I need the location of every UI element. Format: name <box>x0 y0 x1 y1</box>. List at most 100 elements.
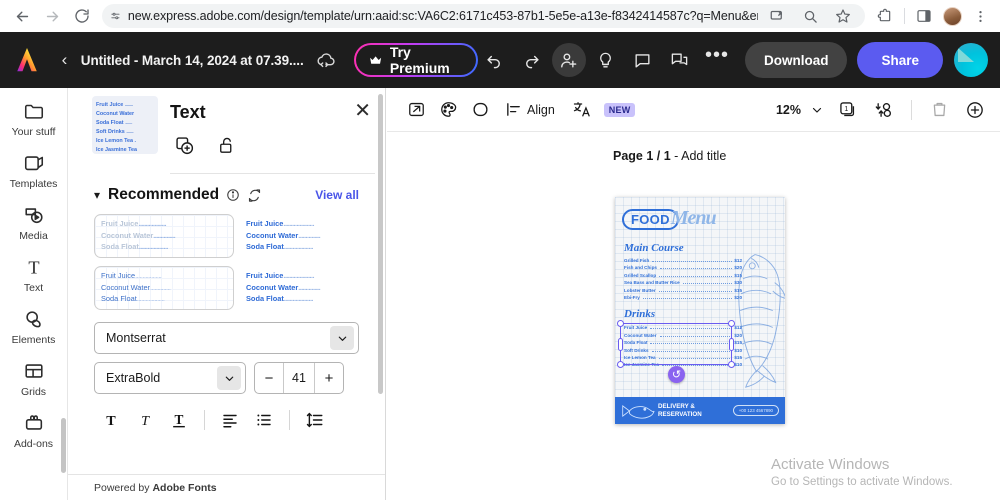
rail-label: Elements <box>11 334 56 346</box>
back-button[interactable]: ‹ <box>56 50 73 70</box>
zoom-value[interactable]: 12% <box>776 103 801 117</box>
star-icon[interactable] <box>831 4 855 28</box>
rail-item-your-stuff[interactable]: Your stuff <box>2 100 66 138</box>
reload-icon[interactable] <box>68 2 96 30</box>
rotate-handle-icon[interactable]: ↺ <box>668 366 685 384</box>
more-options-label: ••• <box>704 44 729 66</box>
rail-item-media[interactable]: Media <box>2 204 66 242</box>
font-style-select[interactable]: ExtraBold <box>94 362 246 394</box>
add-page-icon[interactable] <box>960 95 990 125</box>
share-button[interactable]: Share <box>857 42 943 78</box>
text-style-tile[interactable]: Fruit Juice..................... Coconut… <box>244 266 384 310</box>
extensions-icon[interactable] <box>873 4 897 28</box>
bullet-list-icon[interactable] <box>247 407 281 433</box>
chevron-down-icon[interactable] <box>217 366 241 390</box>
font-size-stepper[interactable]: − 41 + <box>254 362 344 394</box>
watermark-subtitle: Go to Settings to activate Windows. <box>771 476 953 488</box>
increase-font-size-button[interactable]: + <box>315 363 343 393</box>
selection-bounding-box[interactable]: ↺ <box>617 320 735 384</box>
refresh-icon[interactable] <box>247 188 262 203</box>
rail-item-text[interactable]: T Text <box>2 256 66 294</box>
rail-item-add-ons[interactable]: Add-ons <box>2 412 66 450</box>
text-style-tile[interactable]: Fruit Juice................... Coconut W… <box>94 214 234 258</box>
templates-icon <box>24 156 43 171</box>
shape-icon[interactable] <box>465 95 495 125</box>
italic-icon[interactable]: T <box>128 407 162 433</box>
footer-line-1: DELIVERY & <box>658 403 695 410</box>
chevron-down-icon[interactable]: ▾ <box>94 188 100 202</box>
page-title-label[interactable]: Page 1 / 1 - Add title <box>613 149 1000 163</box>
page-number: Page 1 / 1 <box>613 149 671 163</box>
rail-item-elements[interactable]: Elements <box>2 308 66 346</box>
align-button[interactable]: Align <box>505 101 555 118</box>
rail-item-templates[interactable]: Templates <box>2 152 66 190</box>
rail-scrollbar[interactable] <box>61 418 66 473</box>
thumb-line: Ice Jasmine Tea <box>96 147 137 153</box>
grids-icon <box>24 364 43 378</box>
panel-scrollbar[interactable] <box>378 94 383 394</box>
zoom-icon[interactable] <box>798 4 822 28</box>
underline-icon[interactable]: T <box>162 407 196 433</box>
decrease-font-size-button[interactable]: − <box>255 363 283 393</box>
tile-line: Soda Float.................... <box>246 294 313 304</box>
duplicate-text-icon[interactable] <box>174 135 195 161</box>
font-size-value[interactable]: 41 <box>283 363 315 393</box>
text-style-tile[interactable]: Fruit Juice.................. Coconut Wa… <box>94 266 234 310</box>
view-all-link[interactable]: View all <box>315 188 359 202</box>
adobe-express-logo[interactable] <box>12 46 42 74</box>
trash-icon[interactable] <box>924 95 954 125</box>
try-premium-button[interactable]: Try Premium <box>354 43 478 77</box>
unlock-icon[interactable] <box>217 135 237 161</box>
more-options-button[interactable]: ••• <box>700 43 734 77</box>
info-icon[interactable] <box>226 188 240 202</box>
undo-icon[interactable] <box>478 43 512 77</box>
resize-handle[interactable] <box>617 361 624 369</box>
add-person-icon[interactable] <box>551 43 586 77</box>
comment-icon[interactable] <box>626 43 660 77</box>
kebab-menu-icon[interactable] <box>968 4 992 28</box>
side-panel-icon[interactable] <box>912 4 936 28</box>
document-title[interactable]: Untitled - March 14, 2024 at 07.39.... <box>81 53 304 68</box>
rail-item-grids[interactable]: Grids <box>2 360 66 398</box>
left-rail: Your stuff Templates Media T Text Elemen… <box>0 88 68 500</box>
rail-label: Add-ons <box>13 438 54 450</box>
redo-icon[interactable] <box>515 43 549 77</box>
crown-icon <box>369 55 381 64</box>
page-count-icon[interactable]: 1 <box>833 95 863 125</box>
line-spacing-icon[interactable] <box>298 407 332 433</box>
text-panel: Fruit Juice ........ Coconut Water Soda … <box>68 88 386 500</box>
font-family-select[interactable]: Montserrat <box>94 322 359 354</box>
text-align-icon[interactable] <box>213 407 247 433</box>
close-icon[interactable]: ✕ <box>354 101 375 121</box>
try-premium-label: Try Premium <box>389 44 450 76</box>
document-footer: DELIVERY & RESERVATION +00 123 4567890 <box>615 397 785 424</box>
bold-icon[interactable]: T <box>94 407 128 433</box>
resize-handle[interactable] <box>617 320 624 328</box>
animate-icon[interactable] <box>869 95 899 125</box>
canvas-toolbar: Align NEW 12% 1 <box>387 88 1000 132</box>
chevron-down-icon[interactable] <box>807 95 827 125</box>
back-arrow-icon[interactable] <box>8 2 36 30</box>
document-page[interactable]: FOOD Menu Main Course Grilled Fish $12 Fi… <box>615 197 785 424</box>
resize-handle[interactable] <box>618 338 623 352</box>
position-icon[interactable] <box>401 95 431 125</box>
color-palette-icon[interactable] <box>433 95 463 125</box>
profile-avatar[interactable] <box>940 4 964 28</box>
download-button[interactable]: Download <box>744 42 848 78</box>
duplicate-icon[interactable] <box>663 43 697 77</box>
lightbulb-icon[interactable] <box>589 43 623 77</box>
svg-text:1: 1 <box>844 104 848 112</box>
panel-title: Text <box>170 102 206 122</box>
cloud-sync-icon[interactable] <box>316 52 336 69</box>
font-controls: Montserrat ExtraBold − 41 + T T T <box>68 310 385 433</box>
address-bar[interactable]: new.express.adobe.com/design/template/ur… <box>102 4 865 28</box>
cast-icon[interactable] <box>765 4 789 28</box>
text-style-tile[interactable]: Fruit Juice..................... Coconut… <box>244 214 384 258</box>
translate-icon[interactable] <box>567 95 597 125</box>
thumb-line: Coconut Water <box>96 111 135 117</box>
thumb-line: Soda Float ....... <box>96 120 133 126</box>
zoom-controls: 12% 1 <box>776 95 990 125</box>
chevron-down-icon[interactable] <box>330 326 354 350</box>
forward-arrow-icon[interactable] <box>38 2 66 30</box>
user-avatar[interactable] <box>954 43 988 77</box>
